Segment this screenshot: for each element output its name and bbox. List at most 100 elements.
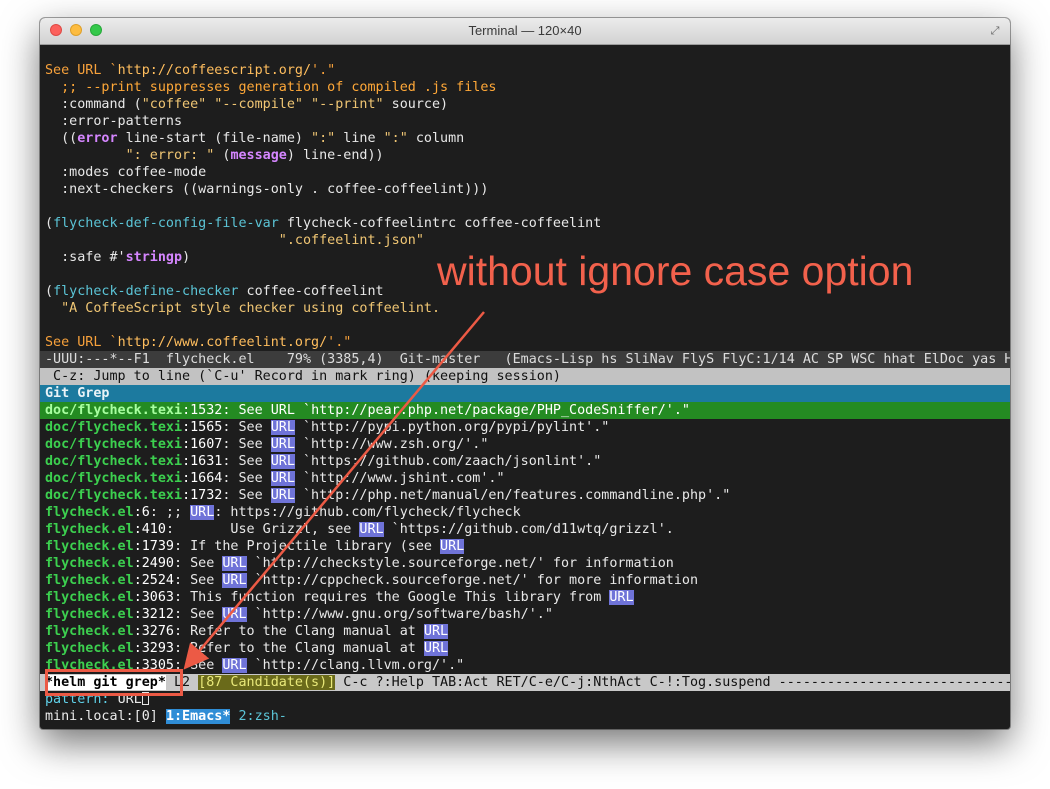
match-highlight: URL [270,420,295,435]
candidate-row[interactable]: flycheck.el:6: ;; URL: https://github.co… [40,504,1010,521]
candidate-line-number: 1532 [190,403,223,418]
candidate-line-number: 3293 [141,641,174,656]
code-line: See URL `http://coffeescript.org/'." [45,63,336,78]
candidate-file: doc/flycheck.texi [45,437,183,452]
candidate-text: `http://www.gnu.org/software/bash/'." [246,607,553,622]
code-line: ".coffeelint.json" [278,233,424,248]
selected-candidate-row[interactable]: doc/flycheck.texi:1532: See URL `http://… [40,402,1010,419]
candidate-file: flycheck.el [45,505,134,520]
candidate-row[interactable]: flycheck.el:3063: This function requires… [40,589,1010,606]
candidate-text: `http://php.net/manual/en/features.comma… [294,488,731,503]
fullscreen-icon[interactable]: ⤢ [988,24,1002,38]
helm-candidates-list: doc/flycheck.texi:1532: See URL `http://… [40,402,1010,674]
emacs-mode-line: -UUU:---*--F1 flycheck.el 79% (3385,4) G… [40,351,1010,368]
candidate-file: flycheck.el [45,607,134,622]
tmux-window-emacs[interactable]: 1:Emacs* [165,709,231,724]
candidate-line-number: 1664 [190,471,223,486]
match-highlight: URL [423,641,449,656]
candidate-row[interactable]: flycheck.el:2490: See URL `http://checks… [40,555,1010,572]
candidate-line-number: 2524 [141,573,174,588]
code-line: :modes coffee-mode [45,165,207,180]
candidate-file: doc/flycheck.texi [45,488,183,503]
match-highlight: URL [270,454,295,469]
candidate-row[interactable]: flycheck.el:3276: Refer to the Clang man… [40,623,1010,640]
candidate-line-number: 1607 [190,437,223,452]
candidate-text: `http://pypi.python.org/pypi/pylint'." [294,420,610,435]
candidate-file: flycheck.el [45,641,134,656]
candidate-file: flycheck.el [45,539,134,554]
annotation-text: without ignore case option [437,248,914,294]
helm-source-header: Git Grep [40,385,1010,402]
candidate-file: doc/flycheck.texi [45,454,183,469]
candidate-file: doc/flycheck.texi [45,420,183,435]
match-highlight: URL [270,471,295,486]
candidate-text: : See [222,420,271,435]
match-highlight: URL [270,437,295,452]
candidate-row[interactable]: flycheck.el:3305: See URL `http://clang.… [40,657,1010,674]
code-line: ((error line-start (file-name) ":" line … [45,131,465,146]
candidate-line-number: 3276 [141,624,174,639]
candidate-file: flycheck.el [45,590,134,605]
match-highlight: URL [440,539,465,554]
candidate-text: : See [222,488,271,503]
match-highlight: URL [359,522,384,537]
helm-mode-line: *helm git grep* L2 [87 Candidate(s)] C-c… [40,674,1010,691]
candidate-row[interactable]: doc/flycheck.texi:1565: See URL `http://… [40,419,1010,436]
title-bar: Terminal — 120×40 ⤢ [40,18,1010,45]
helm-hint-line: C-z: Jump to line (`C-u' Record in mark … [40,368,1010,385]
candidate-line-number: 410 [141,522,166,537]
tmux-status-bar: mini.local:[0] 1:Emacs* 2:zsh- [40,708,1010,725]
candidate-text: : ;; [149,505,191,520]
candidate-file: doc/flycheck.texi [45,471,183,486]
candidate-row[interactable]: flycheck.el:2524: See URL `http://cppche… [40,572,1010,589]
candidate-line-number: 3212 [141,607,174,622]
candidate-row[interactable]: flycheck.el:1739: If the Projectile libr… [40,538,1010,555]
terminal-window: Terminal — 120×40 ⤢ See URL `http://coff… [40,18,1010,729]
window-title: Terminal — 120×40 [468,23,582,38]
candidate-row[interactable]: flycheck.el:410: Use Grizzl, see URL `ht… [40,521,1010,538]
candidate-text: : Refer to the Clang manual at [174,624,424,639]
code-line: ": error: " (message) line-end)) [125,148,384,163]
candidate-count: [87 Candidate(s)] [198,675,336,690]
candidate-text: : See [174,607,223,622]
candidate-row[interactable]: doc/flycheck.texi:1631: See URL `https:/… [40,453,1010,470]
candidate-line-number: 1732 [190,488,223,503]
candidate-text: : See [222,437,271,452]
candidate-file: flycheck.el [45,624,134,639]
match-highlight: URL [222,556,247,571]
candidate-text: : See [174,573,223,588]
match-highlight: URL [222,607,247,622]
minibuffer[interactable]: pattern: URL [40,691,1010,708]
candidate-text: : See URL ` [222,403,312,418]
candidate-row[interactable]: doc/flycheck.texi:1607: See URL `http://… [40,436,1010,453]
candidate-line-number: 3063 [141,590,174,605]
candidate-text: : Use Grizzl, see [165,522,360,537]
candidate-row[interactable]: doc/flycheck.texi:1664: See URL `http://… [40,470,1010,487]
code-line: "A CoffeeScript style checker using coff… [45,301,441,316]
candidate-text: : See [222,471,271,486]
candidate-file: flycheck.el [45,573,134,588]
candidate-text: `http://checkstyle.sourceforge.net/' for… [246,556,674,571]
candidate-file: flycheck.el [45,522,134,537]
candidate-text: http://pear.php.net/package/PHP_CodeSnif… [311,403,690,418]
candidate-text: `http://clang.llvm.org/'." [246,658,465,673]
candidate-text: : If the Projectile library (see [174,539,441,554]
candidate-text: `http://www.jshint.com'." [294,471,505,486]
terminal-content[interactable]: See URL `http://coffeescript.org/'." ;; … [40,62,1010,725]
match-highlight: URL [222,573,247,588]
candidate-file: doc/flycheck.texi [45,403,183,418]
candidate-text: : This function requires the Google This… [174,590,610,605]
tmux-window-zsh[interactable]: 2:zsh- [230,709,286,724]
code-line: ;; --print suppresses generation of comp… [45,80,497,95]
code-line: (flycheck-def-config-file-var flycheck-c… [45,216,602,231]
candidate-text: : https://github.com/flycheck/flycheck [214,505,521,520]
match-highlight: URL [609,590,634,605]
candidate-line-number: 1739 [141,539,174,554]
candidate-file: flycheck.el [45,556,134,571]
code-line: :next-checkers ((warnings-only . coffee-… [45,182,489,197]
candidate-row[interactable]: doc/flycheck.texi:1732: See URL `http://… [40,487,1010,504]
match-highlight: URL [423,624,449,639]
candidate-row[interactable]: flycheck.el:3293: Refer to the Clang man… [40,640,1010,657]
candidate-row[interactable]: flycheck.el:3212: See URL `http://www.gn… [40,606,1010,623]
